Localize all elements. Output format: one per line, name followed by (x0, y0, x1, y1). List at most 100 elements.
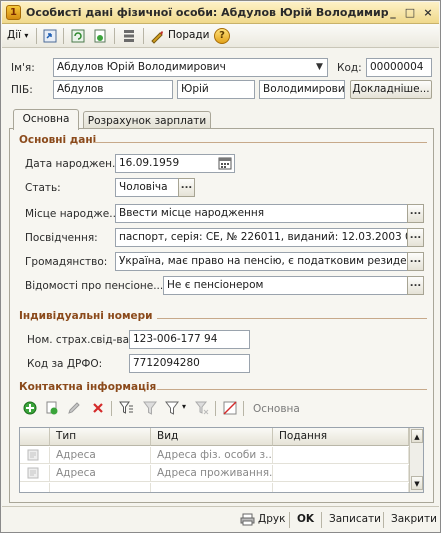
section-divider (157, 318, 427, 319)
tab-main[interactable]: Основна (13, 109, 79, 130)
cell-presentation (273, 483, 409, 492)
print-icon[interactable] (240, 513, 255, 526)
cell-type (50, 483, 151, 492)
row-icon-cell (20, 465, 50, 482)
copy-document-icon[interactable] (92, 28, 108, 44)
print-button[interactable]: Друк (258, 513, 285, 525)
chevron-down-icon[interactable]: ▼ (312, 59, 327, 76)
birth-date-field[interactable]: 16.09.1959 (115, 154, 235, 173)
row-icon-cell (20, 447, 50, 464)
footer-separator (289, 512, 290, 528)
address-icon (27, 467, 39, 479)
ok-button[interactable]: OK (297, 513, 314, 525)
toolbar-separator (215, 401, 216, 416)
actions-menu-label: Дії (7, 29, 22, 41)
code-label: Код: (337, 62, 362, 74)
surname-field[interactable]: Абдулов (53, 80, 173, 99)
set-main-icon[interactable] (223, 401, 237, 415)
patronymic-field[interactable]: Володимирович (259, 80, 345, 99)
toolbar-separator (243, 401, 244, 416)
drfo-code-field[interactable]: 7712094280 (129, 354, 250, 373)
contacts-table: Тип Вид Подання Адреса Адреса фіз. особи… (19, 427, 424, 493)
column-header-presentation[interactable]: Подання (273, 428, 409, 446)
save-button[interactable]: Записати (329, 513, 381, 525)
cell-presentation (273, 465, 409, 482)
sex-label: Стать: (25, 182, 61, 194)
hints-icon (151, 31, 163, 44)
birth-date-value: 16.09.1959 (119, 157, 180, 169)
contacts-section-title: Контактна інформація (19, 381, 157, 393)
id-document-label: Посвідчення: (25, 232, 98, 244)
sex-select-button[interactable]: ... (178, 178, 195, 197)
app-icon: 1 (6, 5, 21, 20)
actions-menu[interactable]: Дії ▾ (7, 27, 28, 45)
table-header-icon-column (20, 428, 50, 446)
scroll-up-icon[interactable]: ▲ (411, 429, 423, 443)
birthplace-label: Місце народже... (25, 208, 120, 220)
id-document-field[interactable]: паспорт, серія: СЕ, № 226011, виданий: 1… (115, 228, 408, 247)
toolbar-separator (111, 401, 112, 416)
section-divider (93, 142, 427, 143)
help-icon[interactable]: ? (214, 28, 230, 44)
filter-icon[interactable] (143, 401, 157, 415)
name-value: Абдулов Юрій Володимирович (57, 61, 226, 73)
birthplace-select-button[interactable]: ... (407, 204, 424, 223)
save-to-base-icon[interactable] (42, 28, 58, 44)
citizenship-field[interactable]: Україна, має право на пенсію, є податков… (115, 252, 408, 271)
refresh-icon[interactable] (70, 28, 86, 44)
filter-list-icon[interactable] (119, 401, 134, 415)
insurance-number-field[interactable]: 123-006-177 94 (129, 330, 250, 349)
citizenship-select-button[interactable]: ... (407, 252, 424, 271)
pib-label: ПІБ: (11, 84, 33, 96)
scroll-down-icon[interactable]: ▼ (411, 476, 423, 490)
minimize-button[interactable]: _ (385, 5, 401, 21)
window-title: Особисті дані фізичної особи: Абдулов Юр… (26, 6, 388, 19)
cell-kind: Адреса фіз. особи з... (151, 447, 273, 464)
hints-button[interactable]: Поради (168, 27, 210, 45)
cell-presentation (273, 447, 409, 464)
close-button[interactable]: Закрити (391, 513, 437, 525)
maximize-button[interactable]: □ (402, 5, 418, 21)
code-field[interactable]: 00000004 (366, 58, 432, 77)
section-divider (157, 389, 427, 390)
set-main-button[interactable]: Основна (253, 403, 300, 415)
footer-separator (383, 512, 384, 528)
chevron-down-icon[interactable]: ▾ (182, 402, 186, 411)
column-header-type[interactable]: Тип (50, 428, 151, 446)
calendar-icon[interactable] (218, 156, 232, 170)
individual-numbers-section-title: Індивідуальні номери (19, 310, 153, 322)
clear-filter-icon[interactable] (195, 401, 209, 415)
birthplace-field[interactable]: Ввести місце народження (115, 204, 408, 223)
vertical-scrollbar[interactable]: ▲ ▼ (409, 428, 423, 492)
footer-separator (321, 512, 322, 528)
delete-icon[interactable] (91, 401, 105, 415)
title-bar[interactable]: 1 Особисті дані фізичної особи: Абдулов … (2, 2, 439, 24)
edit-icon[interactable] (67, 401, 81, 415)
add-icon[interactable] (23, 401, 37, 415)
citizenship-label: Громадянство: (25, 256, 108, 268)
copy-icon[interactable] (45, 401, 59, 415)
toolbar: Дії ▾ Поради ? (2, 24, 439, 48)
chevron-down-icon: ▾ (24, 31, 29, 40)
birth-date-label: Дата народжен... (25, 158, 122, 170)
first-name-field[interactable]: Юрій (177, 80, 255, 99)
details-button[interactable]: Докладніше... (350, 80, 432, 99)
column-header-kind[interactable]: Вид (151, 428, 273, 446)
pension-field[interactable]: Не є пенсіонером (163, 276, 408, 295)
filter-by-value-icon[interactable] (165, 401, 180, 415)
main-data-section-title: Основні дані (19, 134, 97, 146)
cell-kind (151, 483, 273, 492)
structure-icon[interactable] (121, 28, 137, 44)
insurance-number-label: Ном. страх.свід-ва: (27, 334, 133, 346)
sex-field[interactable]: Чоловіча (115, 178, 179, 197)
drfo-code-label: Код за ДРФО: (27, 358, 103, 370)
name-field[interactable]: Абдулов Юрій Володимирович (53, 58, 328, 77)
cell-type: Адреса (50, 447, 151, 464)
toolbar-separator (143, 28, 144, 44)
window: 1 Особисті дані фізичної особи: Абдулов … (0, 0, 441, 533)
toolbar-separator (114, 28, 115, 44)
id-document-select-button[interactable]: ... (407, 228, 424, 247)
cell-kind: Адреса проживання... (151, 465, 273, 482)
close-window-button[interactable]: × (420, 5, 436, 21)
pension-select-button[interactable]: ... (407, 276, 424, 295)
